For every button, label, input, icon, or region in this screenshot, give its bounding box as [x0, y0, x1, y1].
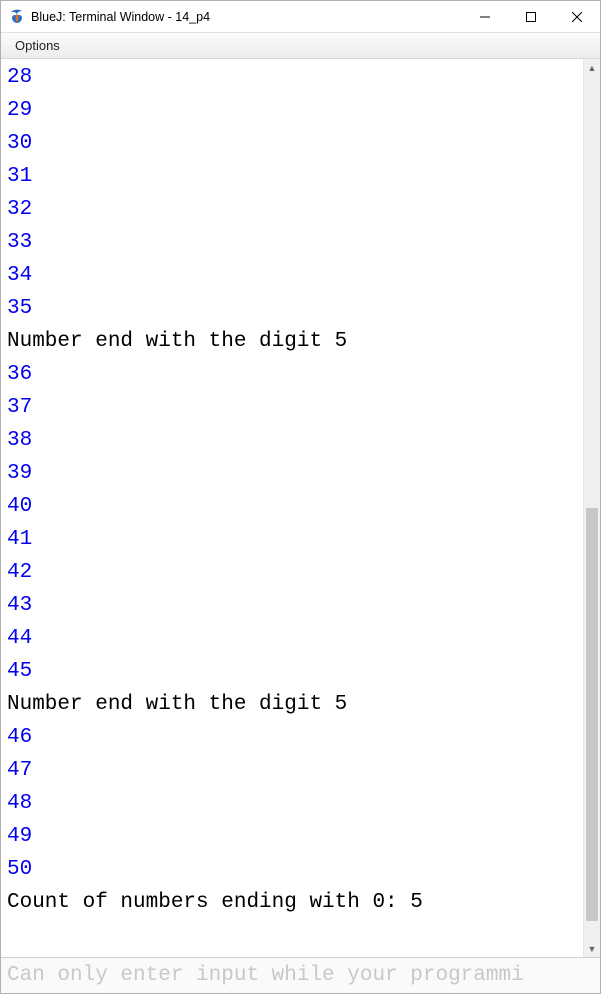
terminal-line: 45	[7, 660, 32, 683]
terminal-output[interactable]: 28 29 30 31 32 33 34 35 Number end with …	[1, 59, 583, 957]
scrollbar-arrow-down-icon[interactable]: ▼	[584, 940, 600, 957]
terminal-line: 35	[7, 297, 32, 320]
terminal-line: 33	[7, 231, 32, 254]
terminal-line: 48	[7, 792, 32, 815]
terminal-input[interactable]: Can only enter input while your programm…	[1, 957, 600, 993]
terminal-line: 30	[7, 132, 32, 155]
terminal-line: Count of numbers ending with 0: 5	[7, 891, 423, 914]
terminal-content-wrap: 28 29 30 31 32 33 34 35 Number end with …	[1, 59, 600, 957]
terminal-line: 43	[7, 594, 32, 617]
terminal-line: Number end with the digit 5	[7, 330, 347, 353]
terminal-line: 38	[7, 429, 32, 452]
terminal-line: 40	[7, 495, 32, 518]
menu-options[interactable]: Options	[7, 36, 68, 55]
terminal-line: 41	[7, 528, 32, 551]
terminal-line: 32	[7, 198, 32, 221]
scrollbar-arrow-up-icon[interactable]: ▲	[584, 59, 600, 76]
bluej-app-icon	[9, 9, 25, 25]
window-controls	[462, 1, 600, 32]
terminal-line: 44	[7, 627, 32, 650]
terminal-line: 37	[7, 396, 32, 419]
maximize-button[interactable]	[508, 1, 554, 32]
titlebar[interactable]: BlueJ: Terminal Window - 14_p4	[1, 1, 600, 33]
terminal-line: 46	[7, 726, 32, 749]
close-button[interactable]	[554, 1, 600, 32]
terminal-line: 29	[7, 99, 32, 122]
terminal-line: 31	[7, 165, 32, 188]
menubar: Options	[1, 33, 600, 59]
terminal-line: 28	[7, 66, 32, 89]
terminal-line: 50	[7, 858, 32, 881]
minimize-button[interactable]	[462, 1, 508, 32]
window-frame: BlueJ: Terminal Window - 14_p4 Options 2…	[0, 0, 601, 994]
terminal-line: 49	[7, 825, 32, 848]
terminal-line: 47	[7, 759, 32, 782]
terminal-input-placeholder: Can only enter input while your programm…	[7, 964, 524, 987]
terminal-line: 42	[7, 561, 32, 584]
vertical-scrollbar[interactable]: ▲ ▼	[583, 59, 600, 957]
terminal-line: 34	[7, 264, 32, 287]
terminal-line: 39	[7, 462, 32, 485]
terminal-line: Number end with the digit 5	[7, 693, 347, 716]
window-title: BlueJ: Terminal Window - 14_p4	[31, 10, 462, 24]
scrollbar-thumb[interactable]	[586, 508, 598, 921]
terminal-line: 36	[7, 363, 32, 386]
